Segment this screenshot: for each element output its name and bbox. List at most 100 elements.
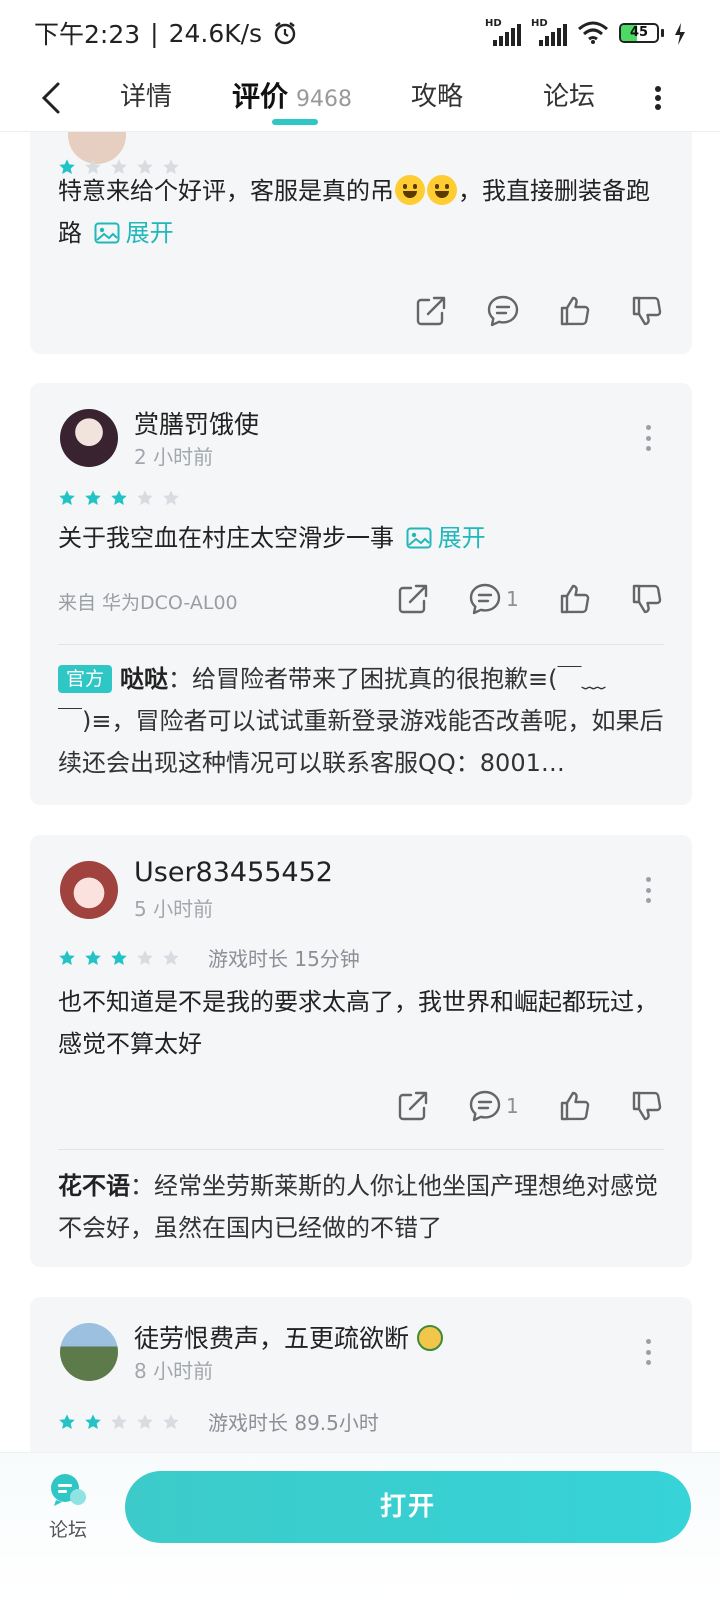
- review-count: 9468: [296, 87, 353, 112]
- star-filled-icon: [84, 489, 102, 507]
- review-time: 8 小时前: [134, 1359, 214, 1383]
- like-button[interactable]: [558, 582, 592, 616]
- star-empty-icon: [162, 1413, 180, 1431]
- official-reply[interactable]: 官方 哒哒：给冒险者带来了困扰真的很抱歉≡(￣﹏￣)≡，冒险者可以试试重新登录游戏…: [58, 658, 664, 784]
- star-filled-icon: [84, 949, 102, 967]
- thumbs-up-icon: [558, 1089, 592, 1123]
- signal-icon: HD: [485, 18, 521, 46]
- alarm-icon: [272, 20, 298, 46]
- review-card: 特意来给个好评，客服是真的吊 ，我直接删装备跑路 展开: [30, 132, 692, 354]
- star-filled-icon: [84, 1413, 102, 1431]
- dislike-button[interactable]: [630, 582, 664, 616]
- star-filled-icon: [58, 949, 76, 967]
- forum-label: 论坛: [48, 1519, 87, 1541]
- star-empty-icon: [136, 949, 154, 967]
- comment-count: 1: [506, 1094, 519, 1118]
- username[interactable]: 徒劳恨费声，五更疏欲断: [134, 1319, 443, 1355]
- expand-link[interactable]: 展开: [402, 524, 486, 552]
- battery-icon: 45: [619, 23, 664, 43]
- avatar[interactable]: [60, 409, 118, 467]
- play-time: 游戏时长 89.5小时: [208, 1411, 379, 1435]
- top-nav: 详情 评价 9468 攻略 论坛: [0, 66, 720, 132]
- image-icon: [94, 215, 120, 244]
- tab-details[interactable]: 详情: [120, 72, 172, 122]
- review-time: 2 小时前: [134, 445, 214, 469]
- review-content[interactable]: 特意来给个好评，客服是真的吊 ，我直接删装备跑路 展开: [58, 170, 664, 254]
- back-arrow-icon[interactable]: [38, 80, 66, 116]
- comment-icon: [486, 294, 520, 328]
- charging-icon: [674, 22, 686, 45]
- star-filled-icon: [58, 1413, 76, 1431]
- device-info: 来自 华为DCO-AL00: [58, 592, 238, 614]
- tab-reviews[interactable]: 评价 9468: [232, 72, 352, 122]
- star-rating: 游戏时长 89.5小时: [58, 1407, 379, 1436]
- thumbs-down-icon: [630, 582, 664, 616]
- like-button[interactable]: [558, 294, 592, 328]
- thumbs-down-icon: [630, 294, 664, 328]
- star-empty-icon: [110, 1413, 128, 1431]
- signal-icon: HD: [531, 18, 567, 46]
- tab-guides[interactable]: 攻略: [411, 72, 463, 122]
- avatar[interactable]: [60, 861, 118, 919]
- star-empty-icon: [162, 949, 180, 967]
- star-filled-icon: [110, 949, 128, 967]
- share-button[interactable]: [396, 1089, 430, 1123]
- net-speed: 24.6K/s: [168, 18, 263, 48]
- share-button[interactable]: [396, 582, 430, 616]
- dislike-button[interactable]: [630, 1089, 664, 1123]
- active-tab-indicator: [272, 119, 318, 125]
- review-more-icon[interactable]: [646, 1339, 652, 1365]
- more-options-icon[interactable]: [654, 80, 662, 116]
- thumbs-down-icon: [630, 1089, 664, 1123]
- reply-author: 哒哒: [120, 665, 169, 693]
- star-rating: [58, 489, 180, 507]
- review-card: User83455452 5 小时前 游戏时长 15分钟 也不知道是不是我的要求…: [30, 835, 692, 1267]
- grinning-emoji-icon: [395, 175, 425, 205]
- open-button[interactable]: 打开: [125, 1471, 691, 1543]
- review-more-icon[interactable]: [646, 425, 652, 451]
- expand-link[interactable]: 展开: [90, 219, 174, 247]
- bottom-bar: 论坛 打开: [0, 1452, 720, 1600]
- forum-chat-icon: [51, 1474, 86, 1506]
- tab-forum[interactable]: 论坛: [543, 72, 595, 122]
- star-filled-icon: [110, 489, 128, 507]
- status-time: 下午2:23: [34, 20, 141, 49]
- review-time: 5 小时前: [134, 897, 214, 921]
- official-badge: 官方: [58, 665, 113, 693]
- review-content[interactable]: 关于我空血在村庄太空滑步一事 展开: [58, 517, 664, 559]
- status-bar: 下午2:23 | 24.6K/s HD HD 45: [0, 0, 720, 66]
- comment-icon: [468, 582, 502, 616]
- username[interactable]: 赏膳罚饿使: [134, 405, 259, 441]
- status-separator: |: [150, 18, 159, 48]
- avatar[interactable]: [60, 1323, 118, 1381]
- star-empty-icon: [136, 489, 154, 507]
- share-icon: [396, 582, 430, 616]
- review-card: 徒劳恨费声，五更疏欲断 8 小时前 游戏时长 89.5小时: [30, 1297, 692, 1452]
- comment-button[interactable]: 1: [468, 1089, 520, 1123]
- share-button[interactable]: [414, 294, 448, 328]
- divider: [58, 1149, 664, 1150]
- review-more-icon[interactable]: [646, 877, 652, 903]
- comment-count: 1: [506, 587, 519, 611]
- dislike-button[interactable]: [630, 294, 664, 328]
- star-empty-icon: [162, 489, 180, 507]
- divider: [58, 644, 664, 645]
- avatar-emoji-icon: [416, 1325, 443, 1351]
- reply[interactable]: 花不语：经常坐劳斯莱斯的人你让他坐国产理想绝对感觉不会好，虽然在国内已经做的不错…: [58, 1165, 664, 1249]
- like-button[interactable]: [558, 1089, 592, 1123]
- reply-author: 花不语: [58, 1172, 130, 1200]
- star-filled-icon: [58, 489, 76, 507]
- review-card: 赏膳罚饿使 2 小时前 关于我空血在村庄太空滑步一事 展开 来自 华为DCO-A…: [30, 383, 692, 805]
- star-rating: 游戏时长 15分钟: [58, 943, 360, 972]
- thumbs-up-icon: [558, 582, 592, 616]
- comment-icon: [468, 1089, 502, 1123]
- comment-button[interactable]: [486, 294, 520, 328]
- image-icon: [406, 520, 432, 549]
- comment-button[interactable]: 1: [468, 582, 520, 616]
- review-feed[interactable]: 特意来给个好评，客服是真的吊 ，我直接删装备跑路 展开 赏膳罚饿使 2 小时前 关…: [0, 132, 720, 1452]
- wifi-icon: [577, 21, 609, 45]
- username[interactable]: User83455452: [134, 857, 333, 888]
- thumbs-up-icon: [558, 294, 592, 328]
- review-content[interactable]: 也不知道是不是我的要求太高了，我世界和崛起都玩过，感觉不算太好: [58, 981, 664, 1065]
- forum-button[interactable]: 论坛: [40, 1473, 96, 1542]
